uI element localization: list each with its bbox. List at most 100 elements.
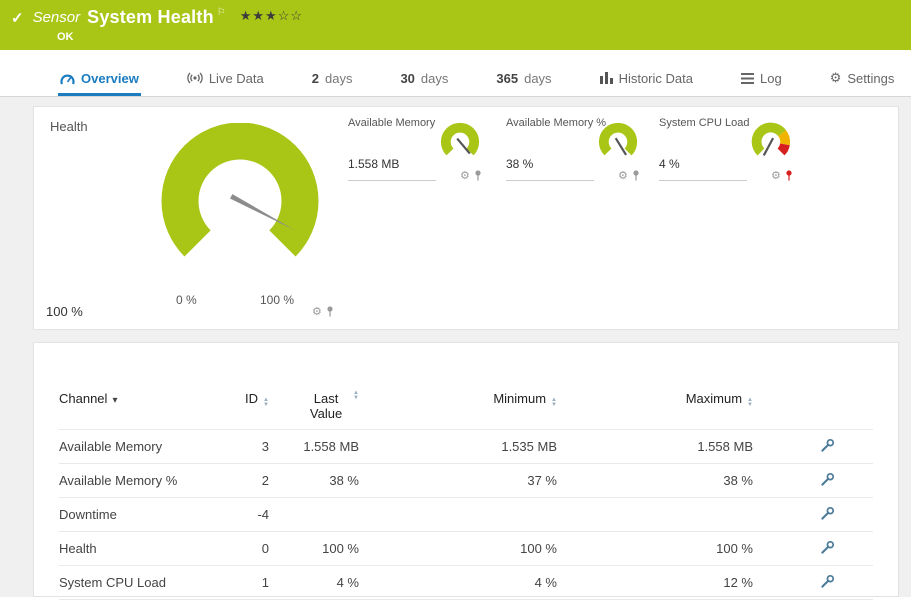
tab-settings[interactable]: ⚙ Settings (828, 63, 897, 96)
sort-arrows-icon: ▲▼ (747, 398, 753, 408)
channel-id: 3 (209, 439, 269, 454)
channel-id: 0 (209, 541, 269, 556)
edit-channel-icon[interactable] (820, 438, 835, 453)
stars-filled[interactable]: ★★★ (240, 8, 278, 23)
channel-name[interactable]: Available Memory (59, 439, 209, 454)
channel-maximum: 1.558 MB (557, 439, 753, 454)
gear-icon[interactable]: ⚙ (312, 305, 322, 318)
pin-icon[interactable] (326, 306, 334, 317)
table-row[interactable]: System CPU Load 1 4 % 4 % 12 % (59, 565, 873, 600)
tab-historic-data-label: Historic Data (619, 71, 693, 86)
mini-gauge-actions: ⚙ (618, 169, 640, 182)
channel-last-value: 38 % (269, 473, 359, 488)
tab-365-days-unit: days (524, 71, 551, 86)
tab-2-days[interactable]: 2 days (310, 63, 355, 96)
gauge-needle (764, 138, 773, 155)
channels-panel: Channel▾ ID▲▼ Last Value▲▼ Minimum▲▼ Max… (33, 342, 899, 597)
sensor-header: ✓ Sensor System Health ⚐ ★★★☆☆ OK (0, 0, 911, 50)
channel-minimum: 1.535 MB (359, 439, 557, 454)
health-gauge-scale-min: 0 % (176, 293, 197, 307)
health-gauge-value: 100 % (46, 304, 83, 319)
bar-chart-icon (600, 72, 613, 84)
tab-log-label: Log (760, 71, 782, 86)
channel-last-value: 100 % (269, 541, 359, 556)
channel-maximum: 100 % (557, 541, 753, 556)
mini-gauge-available-memory-pct: Available Memory % 38 % ⚙ (506, 117, 656, 197)
mini-gauge-value: 4 % (659, 157, 747, 181)
stars-empty[interactable]: ☆☆ (278, 8, 303, 23)
tab-overview[interactable]: Overview (58, 63, 141, 96)
health-gauge (152, 123, 328, 273)
column-header-id-label: ID (245, 391, 258, 406)
gear-icon: ⚙ (830, 70, 842, 86)
status-check-icon: ✓ (11, 9, 24, 27)
tab-settings-label: Settings (847, 71, 894, 86)
gauge-needle (616, 138, 626, 155)
gear-icon[interactable]: ⚙ (618, 169, 628, 182)
tab-365-days[interactable]: 365 days (494, 63, 553, 96)
channel-last-value: 4 % (269, 575, 359, 590)
tab-log[interactable]: Log (739, 63, 784, 96)
sensor-status-badge: OK (0, 31, 911, 43)
table-row[interactable]: Downtime -4 (59, 497, 873, 531)
mini-gauge-dial (436, 121, 484, 165)
tab-2-days-unit: days (325, 71, 352, 86)
channel-last-value: 1.558 MB (269, 439, 359, 454)
health-gauge-title: Health (50, 119, 88, 134)
channel-name[interactable]: Available Memory % (59, 473, 209, 488)
channel-name[interactable]: System CPU Load (59, 575, 209, 590)
tab-live-data-label: Live Data (209, 71, 264, 86)
channel-name[interactable]: Downtime (59, 507, 209, 522)
tab-30-days-unit: days (421, 71, 448, 86)
mini-gauge-available-memory: Available Memory 1.558 MB ⚙ (348, 117, 498, 197)
edit-channel-icon[interactable] (820, 540, 835, 555)
priority-rating[interactable]: ★★★☆☆ (240, 8, 303, 24)
gear-icon[interactable]: ⚙ (771, 169, 781, 182)
channel-minimum: 100 % (359, 541, 557, 556)
edit-channel-icon[interactable] (820, 472, 835, 487)
tab-bar: Overview Live Data 2 days 30 days 365 da… (0, 63, 911, 97)
column-header-last-value[interactable]: Last Value▲▼ (269, 371, 359, 421)
sorted-desc-icon: ▾ (112, 395, 117, 406)
table-row[interactable]: Available Memory 3 1.558 MB 1.535 MB 1.5… (59, 429, 873, 463)
sensor-title: System Health (87, 7, 214, 28)
gauge-icon (60, 72, 75, 85)
pin-icon[interactable] (474, 170, 482, 181)
flag-icon[interactable]: ⚐ (217, 7, 226, 18)
tab-30-days[interactable]: 30 days (398, 63, 450, 96)
health-gauge-scale-max: 100 % (260, 293, 294, 307)
channels-table: Channel▾ ID▲▼ Last Value▲▼ Minimum▲▼ Max… (34, 343, 898, 600)
tab-30-days-number: 30 (400, 71, 414, 86)
limit-pin-icon[interactable] (785, 170, 793, 181)
table-row[interactable]: Available Memory % 2 38 % 37 % 38 % (59, 463, 873, 497)
edit-channel-icon[interactable] (820, 574, 835, 589)
channel-id: 1 (209, 575, 269, 590)
mini-gauge-dial (747, 121, 795, 165)
column-header-maximum-label: Maximum (686, 391, 742, 406)
object-kind-label: Sensor (33, 9, 81, 26)
table-row[interactable]: Health 0 100 % 100 % 100 % (59, 531, 873, 565)
gear-icon[interactable]: ⚙ (460, 169, 470, 182)
tab-live-data[interactable]: Live Data (185, 63, 266, 96)
mini-gauge-value: 38 % (506, 157, 594, 181)
page-content: Health 0 % 100 % 100 % ⚙ Available Memor… (0, 97, 911, 597)
mini-gauge-actions: ⚙ (771, 169, 793, 182)
table-header-row: Channel▾ ID▲▼ Last Value▲▼ Minimum▲▼ Max… (59, 371, 873, 429)
column-header-id[interactable]: ID▲▼ (209, 371, 269, 408)
pin-icon[interactable] (632, 170, 640, 181)
column-header-minimum[interactable]: Minimum▲▼ (359, 371, 557, 408)
mini-gauge-system-cpu-load: System CPU Load 4 % ⚙ (659, 117, 809, 197)
column-header-minimum-label: Minimum (493, 391, 546, 406)
mini-gauge-dial (594, 121, 642, 165)
mini-gauge-actions: ⚙ (460, 169, 482, 182)
channel-maximum: 12 % (557, 575, 753, 590)
channel-minimum: 4 % (359, 575, 557, 590)
gauges-panel: Health 0 % 100 % 100 % ⚙ Available Memor… (33, 106, 899, 330)
edit-channel-icon[interactable] (820, 506, 835, 521)
column-header-maximum[interactable]: Maximum ▲▼ (557, 371, 753, 408)
mini-gauge-value: 1.558 MB (348, 157, 436, 181)
live-broadcast-icon (187, 72, 203, 84)
column-header-channel[interactable]: Channel▾ (59, 371, 209, 406)
channel-name[interactable]: Health (59, 541, 209, 556)
tab-historic-data[interactable]: Historic Data (598, 63, 695, 96)
